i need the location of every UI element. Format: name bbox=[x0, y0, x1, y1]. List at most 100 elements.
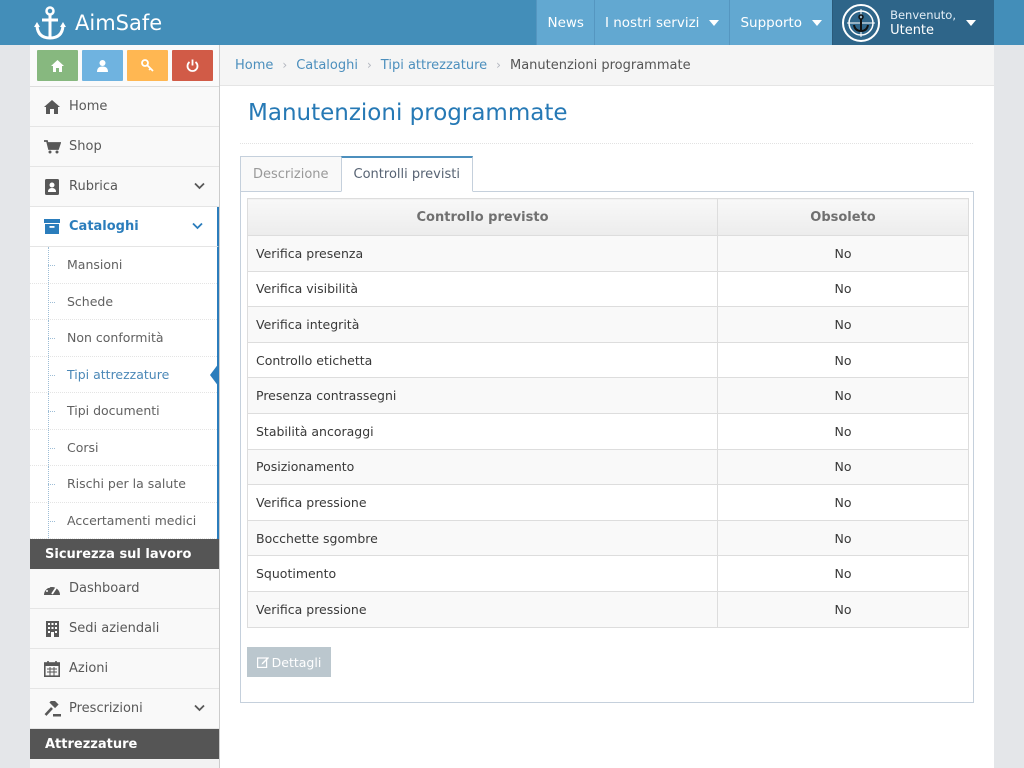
tab-descrizione[interactable]: Descrizione bbox=[240, 156, 342, 192]
subitem-label: Mansioni bbox=[67, 257, 123, 273]
cell-controllo: Stabilità ancoraggi bbox=[247, 412, 718, 450]
sidebar-item-label: Azioni bbox=[69, 661, 109, 676]
sidebar-item-dashboard[interactable]: Dashboard bbox=[30, 569, 219, 609]
calendar-icon bbox=[44, 660, 60, 677]
sidebar-item-label: Dashboard bbox=[69, 581, 140, 596]
sidebar-section-attrezzature: Attrezzature bbox=[30, 729, 219, 759]
shortcut-home-button[interactable] bbox=[36, 50, 78, 81]
chevron-down-icon bbox=[192, 222, 203, 230]
breadcrumb-current: Manutenzioni programmate bbox=[509, 57, 691, 73]
table-row[interactable]: Controllo etichetta No bbox=[247, 341, 969, 379]
cell-obsoleto: No bbox=[717, 555, 969, 592]
sidebar-item-label: Rubrica bbox=[69, 179, 119, 194]
column-header-controllo[interactable]: Controllo previsto bbox=[247, 198, 718, 236]
cell-obsoleto: No bbox=[717, 519, 969, 557]
chevron-down-icon bbox=[194, 182, 205, 190]
table-row[interactable]: Verifica pressione No bbox=[247, 590, 969, 628]
controls-table: Controllo previsto Obsoleto Verifica pre… bbox=[247, 198, 969, 628]
shortcut-power-button[interactable] bbox=[171, 50, 213, 81]
building-icon bbox=[45, 620, 59, 637]
cell-controllo: Bocchette sgombre bbox=[247, 519, 718, 557]
sidebar-subitem-accertamenti-medici[interactable]: Accertamenti medici bbox=[30, 502, 217, 539]
cell-obsoleto: No bbox=[717, 412, 969, 450]
chevron-right-icon: › bbox=[282, 58, 288, 72]
page-title: Manutenzioni programmate bbox=[248, 100, 568, 126]
subitem-label: Accertamenti medici bbox=[67, 512, 197, 528]
sidebar-item-cataloghi[interactable]: Cataloghi bbox=[30, 207, 219, 247]
key-icon bbox=[140, 59, 154, 72]
subitem-label: Non conformità bbox=[67, 330, 164, 346]
tab-bar: Descrizione Controlli previsti bbox=[240, 156, 473, 192]
sidebar-item-rubrica[interactable]: Rubrica bbox=[30, 167, 219, 207]
sidebar-subitem-corsi[interactable]: Corsi bbox=[30, 429, 217, 466]
chevron-right-icon: › bbox=[366, 58, 372, 72]
nav-support[interactable]: Supporto bbox=[729, 0, 833, 45]
column-header-obsoleto[interactable]: Obsoleto bbox=[717, 198, 969, 236]
shortcut-user-button[interactable] bbox=[81, 50, 123, 81]
cell-controllo: Presenza contrassegni bbox=[247, 377, 718, 414]
table-row[interactable]: Presenza contrassegni No bbox=[247, 377, 969, 414]
archive-icon bbox=[44, 219, 60, 234]
sidebar-item-sedi-aziendali[interactable]: Sedi aziendali bbox=[30, 609, 219, 649]
sidebar-subitem-non-conformita[interactable]: Non conformità bbox=[30, 320, 217, 357]
user-icon bbox=[96, 59, 108, 72]
brand-logo[interactable]: AimSafe bbox=[34, 4, 162, 42]
subitem-label: Rischi per la salute bbox=[67, 476, 186, 492]
caret-down-icon bbox=[966, 19, 976, 26]
cell-controllo: Verifica integrità bbox=[247, 306, 718, 343]
table-header-row: Controllo previsto Obsoleto bbox=[247, 198, 969, 236]
cell-obsoleto: No bbox=[717, 306, 969, 343]
sidebar-subitem-tipi-documenti[interactable]: Tipi documenti bbox=[30, 393, 217, 430]
breadcrumb: Home › Cataloghi › Tipi attrezzature › M… bbox=[220, 45, 994, 86]
tab-pane-controlli: Controllo previsto Obsoleto Verifica pre… bbox=[240, 191, 974, 703]
table-row[interactable]: Bocchette sgombre No bbox=[247, 519, 969, 557]
cart-icon bbox=[43, 139, 61, 153]
details-button[interactable]: Dettagli bbox=[247, 647, 331, 677]
cell-controllo: Posizionamento bbox=[247, 448, 718, 486]
dashboard-icon bbox=[44, 584, 60, 595]
cell-controllo: Verifica visibilità bbox=[247, 270, 718, 308]
table-row[interactable]: Squotimento No bbox=[247, 555, 969, 592]
tab-controlli-previsti[interactable]: Controlli previsti bbox=[340, 156, 473, 192]
details-button-label: Dettagli bbox=[271, 654, 322, 670]
table-row[interactable]: Verifica integrità No bbox=[247, 306, 969, 343]
table-row[interactable]: Verifica presenza No bbox=[247, 235, 969, 272]
caret-down-icon bbox=[812, 19, 823, 26]
power-icon bbox=[186, 59, 198, 72]
sidebar-item-label: Shop bbox=[69, 139, 102, 154]
nav-services[interactable]: I nostri servizi bbox=[593, 0, 730, 45]
sidebar-subitem-tipi-attrezzature[interactable]: Tipi attrezzature bbox=[30, 356, 219, 393]
sidebar-item-label: Prescrizioni bbox=[69, 701, 143, 716]
breadcrumb-tipi-attrezzature[interactable]: Tipi attrezzature bbox=[381, 58, 487, 73]
main-content: Manutenzioni programmate Descrizione Con… bbox=[220, 86, 994, 768]
sidebar-subitem-rischi-salute[interactable]: Rischi per la salute bbox=[30, 466, 217, 503]
sidebar-item-label: Cataloghi bbox=[69, 219, 139, 234]
welcome-text: Benvenuto, bbox=[890, 7, 956, 22]
table-row[interactable]: Posizionamento No bbox=[247, 448, 969, 486]
sidebar-item-home[interactable]: Home bbox=[30, 87, 219, 127]
cataloghi-submenu: Mansioni Schede Non conformità Tipi attr… bbox=[30, 247, 219, 539]
cell-obsoleto: No bbox=[717, 590, 969, 628]
cell-controllo: Verifica presenza bbox=[247, 235, 718, 272]
breadcrumb-cataloghi[interactable]: Cataloghi bbox=[296, 58, 358, 73]
sidebar-subitem-mansioni[interactable]: Mansioni bbox=[30, 247, 217, 284]
nav-news-label: News bbox=[547, 14, 584, 31]
table-row[interactable]: Verifica visibilità No bbox=[247, 270, 969, 308]
nav-news[interactable]: News bbox=[536, 0, 594, 45]
sidebar-item-azioni[interactable]: Azioni bbox=[30, 649, 219, 689]
cell-controllo: Controllo etichetta bbox=[247, 341, 718, 379]
breadcrumb-home[interactable]: Home bbox=[235, 58, 273, 73]
table-row[interactable]: Verifica pressione No bbox=[247, 484, 969, 521]
cell-obsoleto: No bbox=[717, 235, 969, 272]
table-row[interactable]: Stabilità ancoraggi No bbox=[247, 412, 969, 450]
sidebar-subitem-schede[interactable]: Schede bbox=[30, 283, 217, 320]
user-menu[interactable]: Benvenuto, Utente bbox=[832, 0, 994, 45]
user-name: Utente bbox=[890, 22, 935, 38]
cell-controllo: Verifica pressione bbox=[247, 484, 718, 521]
shortcut-key-button[interactable] bbox=[126, 50, 168, 81]
sidebar-item-shop[interactable]: Shop bbox=[30, 127, 219, 167]
sidebar-item-prescrizioni[interactable]: Prescrizioni bbox=[30, 689, 219, 729]
subitem-label: Corsi bbox=[67, 439, 99, 455]
gavel-icon bbox=[44, 700, 61, 716]
subitem-label: Tipi attrezzature bbox=[67, 366, 170, 382]
